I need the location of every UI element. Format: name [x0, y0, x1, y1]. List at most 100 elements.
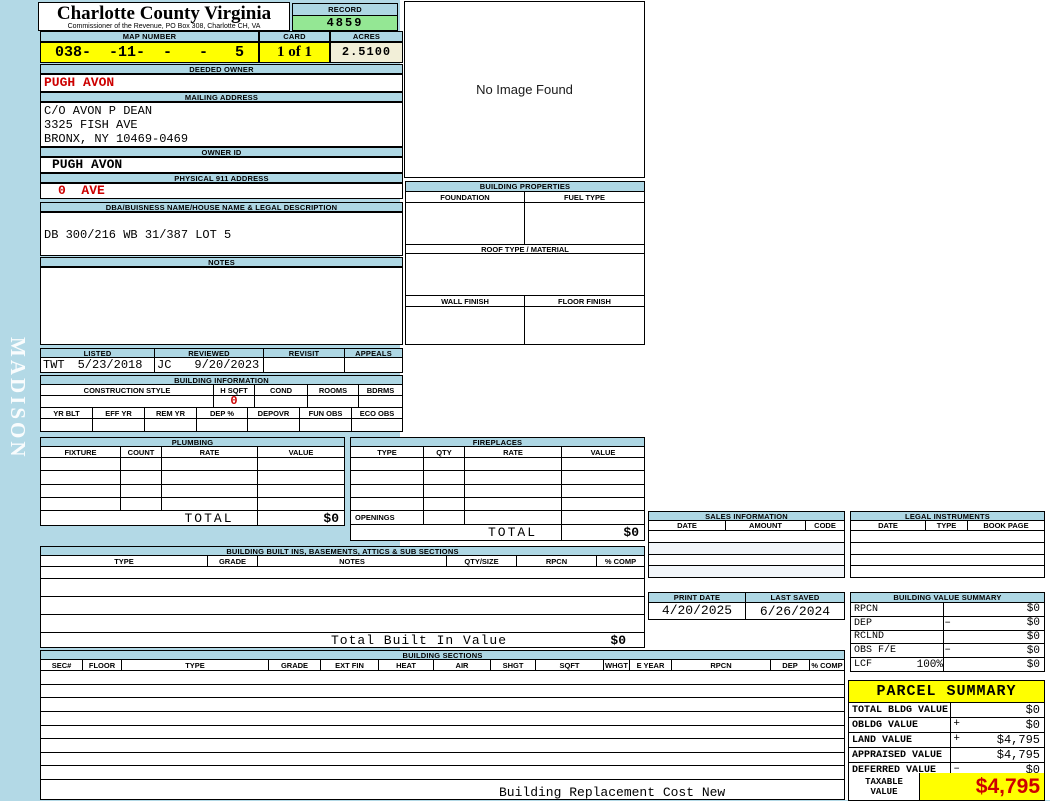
map-number-label: MAP NUMBER	[40, 31, 259, 42]
fireplaces-type-header: TYPE	[351, 447, 424, 458]
bdrms-label: BDRMS	[359, 385, 402, 396]
legal-empty-row	[851, 543, 1044, 555]
sections-empty-row	[41, 753, 844, 767]
building-information: BUILDING INFORMATION CONSTRUCTION STYLE …	[40, 375, 403, 432]
title-box: Charlotte County Virginia Commissioner o…	[38, 2, 290, 31]
image-panel: No Image Found	[404, 1, 645, 178]
roof-type-label: ROOF TYPE / MATERIAL	[405, 244, 645, 254]
bvs-row-lcf: LCF 100% $0	[854, 658, 1040, 671]
roof-type-value	[405, 254, 645, 295]
floor-finish-label: FLOOR FINISH	[525, 296, 644, 307]
mailing-address-value: C/O AVON P DEAN 3325 FISH AVE BRONX, NY …	[40, 102, 403, 147]
fuel-type-value	[525, 203, 644, 244]
plumbing-value-header: VALUE	[258, 447, 344, 458]
card-value: 1 of 1	[259, 42, 330, 63]
sections-empty-row	[41, 726, 844, 740]
built-ins-grade-header: GRADE	[208, 556, 258, 567]
ecoobs-value	[352, 419, 402, 431]
map-number-value: 038- -11- - - 5	[40, 42, 259, 63]
appeals-value	[345, 358, 402, 372]
sections-empty-row	[41, 739, 844, 753]
plumbing-table: PLUMBING FIXTURE COUNT RATE VALUE TOTAL …	[40, 437, 345, 526]
reviewed-label: REVIEWED	[155, 348, 264, 358]
legal-date-header: DATE	[851, 521, 926, 531]
yrblt-label: YR BLT	[41, 408, 93, 419]
fireplaces-rate-header: RATE	[465, 447, 562, 458]
rooms-value	[308, 396, 359, 408]
appeals-label: APPEALS	[345, 348, 403, 358]
owner-id-label: OWNER ID	[40, 147, 403, 157]
hsqft-value: 0	[214, 395, 255, 408]
sections-rpcn-header: RPCN	[672, 660, 771, 671]
sales-empty-row	[649, 542, 844, 555]
building-properties: BUILDING PROPERTIES FOUNDATION FUEL TYPE…	[405, 181, 645, 345]
fuel-type-label: FUEL TYPE	[525, 192, 644, 203]
plumbing-empty-row	[41, 470, 344, 484]
fireplaces-empty-row	[351, 496, 644, 510]
assessment-card-page: { "colors": { "page_blue": "#b3d9e6", "h…	[0, 0, 1050, 801]
legal-instruments-label: LEGAL INSTRUMENTS	[850, 511, 1045, 521]
sections-sqft-header: SQFT	[536, 660, 604, 671]
sales-empty-row	[649, 566, 844, 577]
card-label: CARD	[259, 31, 330, 42]
built-ins-empty-row	[41, 579, 644, 597]
sections-grade-header: GRADE	[269, 660, 321, 671]
sections-empty-row	[41, 685, 844, 699]
sections-empty-row	[41, 671, 844, 685]
dep-pct-label: DEP %	[197, 408, 248, 419]
bvs-row-rclnd: RCLND $0	[851, 630, 1044, 645]
fireplaces-openings-label: OPENINGS	[351, 511, 424, 524]
effyr-value	[93, 419, 145, 431]
parcel-row-obldg: OBLDG VALUE + $0	[849, 718, 1044, 733]
wall-finish-value	[406, 307, 525, 344]
built-ins-label: BUILDING BUILT INS, BASEMENTS, ATTICS & …	[40, 546, 645, 556]
taxable-value-label: TAXABLE VALUE	[849, 773, 920, 800]
revisit-value	[264, 358, 345, 372]
print-date-value: 4/20/2025	[649, 603, 746, 619]
taxable-value-row: TAXABLE VALUE $4,795	[849, 773, 1044, 800]
remyr-label: REM YR	[145, 408, 197, 419]
funobs-value	[300, 419, 352, 431]
built-ins-table: BUILDING BUILT INS, BASEMENTS, ATTICS & …	[40, 546, 645, 648]
foundation-value	[406, 203, 525, 244]
acres-label: ACRES	[330, 31, 403, 42]
taxable-value-cell: $4,795	[920, 773, 1044, 800]
depovr-value	[248, 419, 300, 431]
building-information-label: BUILDING INFORMATION	[40, 375, 403, 385]
plumbing-empty-row	[41, 458, 344, 471]
fireplaces-openings-value	[424, 511, 465, 524]
funobs-label: FUN OBS	[300, 408, 352, 419]
cond-label: COND	[255, 385, 308, 396]
mailing-line-3: BRONX, NY 10469-0469	[44, 132, 189, 146]
built-ins-type-header: TYPE	[41, 556, 208, 567]
sections-dep-header: DEP	[771, 660, 810, 671]
plumbing-fixture-header: FIXTURE	[41, 447, 121, 458]
bvs-row-obs: OBS F/E – $0	[851, 644, 1044, 659]
construction-style-label: CONSTRUCTION STYLE	[41, 385, 214, 396]
print-date-label: PRINT DATE	[648, 592, 746, 603]
parcel-row-total-bldg: TOTAL BLDG VALUE $0	[849, 703, 1044, 718]
plumbing-count-header: COUNT	[121, 447, 162, 458]
sales-empty-row	[649, 555, 844, 567]
mailing-line-2: 3325 FISH AVE	[44, 118, 138, 132]
yrblt-value	[41, 419, 93, 431]
dep-pct-value	[197, 419, 248, 431]
sales-information-table: SALES INFORMATION DATE AMOUNT CODE	[648, 511, 845, 578]
plumbing-label: PLUMBING	[40, 437, 345, 447]
remyr-value	[145, 419, 197, 431]
sections-air-header: AIR	[434, 660, 491, 671]
legal-empty-row	[851, 555, 1044, 567]
parcel-summary-label: PARCEL SUMMARY	[849, 681, 1044, 703]
commissioner-address: Commissioner of the Revenue, PO Box 308,…	[67, 23, 261, 30]
construction-style-value	[41, 396, 214, 408]
built-ins-total-label: Total Built In Value	[331, 633, 508, 648]
plumbing-rate-header: RATE	[162, 447, 258, 458]
visits-table: LISTED REVIEWED REVISIT APPEALS TWT 5/23/…	[40, 348, 403, 373]
plumbing-empty-row	[41, 483, 344, 497]
building-value-summary: BUILDING VALUE SUMMARY RPCN $0 DEP – $0 …	[850, 592, 1045, 672]
last-saved-value: 6/26/2024	[759, 603, 831, 619]
bdrms-value	[359, 396, 402, 408]
deeded-owner-value: PUGH AVON	[40, 74, 403, 92]
taxable-value: $4,795	[975, 774, 1040, 798]
acres-value: 2.5100	[330, 42, 403, 63]
